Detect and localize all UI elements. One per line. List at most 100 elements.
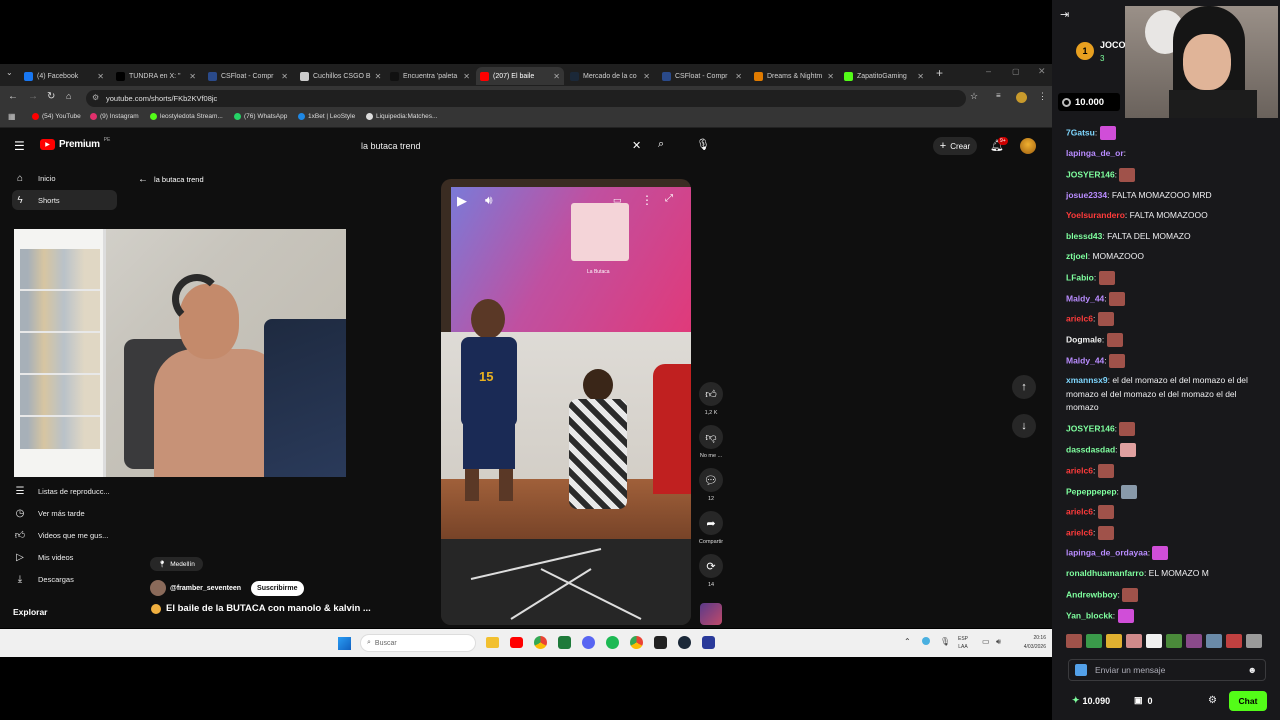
maximize-icon[interactable]: ▢: [1012, 67, 1020, 76]
browser-tab[interactable]: Cuchillos CSGO B ✕: [296, 67, 384, 85]
sidebar-item[interactable]: ⤓ Descargas: [12, 569, 117, 589]
channel-points-pill[interactable]: 10.000: [1058, 93, 1120, 111]
emote-icon[interactable]: [1106, 634, 1122, 648]
discord-icon[interactable]: [582, 636, 595, 649]
input-language[interactable]: ESP LAA: [958, 635, 968, 651]
sidebar-item[interactable]: ☰ Listas de reproducc...: [12, 481, 117, 501]
chat-username[interactable]: Pepeppepep: [1066, 486, 1117, 496]
chat-message-input[interactable]: Enviar un mensaje ☻: [1068, 659, 1266, 681]
whatsapp-icon[interactable]: [558, 636, 571, 649]
volume-icon[interactable]: 🔊︎: [485, 193, 493, 208]
video-title[interactable]: El baile de la BUTACA con manolo & kalvi…: [166, 603, 371, 614]
volume-tray-icon[interactable]: 🔊︎: [996, 637, 1001, 647]
close-tab-icon[interactable]: ✕: [917, 72, 924, 81]
chat-username[interactable]: blessd43: [1066, 231, 1102, 241]
bookmark-item[interactable]: Liquipedia:Matches...: [366, 113, 437, 120]
clock[interactable]: 20:16 4/03/2026: [1010, 634, 1046, 652]
channel-avatar[interactable]: [150, 580, 166, 596]
chat-username[interactable]: Yoelsurandero: [1066, 210, 1125, 220]
subscribe-button[interactable]: Suscribirme: [251, 580, 304, 596]
chat-username[interactable]: xmannsx9: [1066, 375, 1108, 385]
emote-icon[interactable]: [1086, 634, 1102, 648]
chrome-alt-icon[interactable]: [630, 636, 643, 649]
collapse-chat-icon[interactable]: ⇥: [1060, 8, 1069, 21]
play-icon[interactable]: ▶: [457, 193, 467, 209]
close-tab-icon[interactable]: ✕: [97, 72, 104, 81]
close-tab-icon[interactable]: ✕: [463, 72, 470, 81]
network-tray-icon[interactable]: [922, 637, 930, 645]
hamburger-menu-icon[interactable]: ☰: [14, 139, 25, 153]
tray-chevron-icon[interactable]: ⌃: [904, 637, 911, 646]
browser-tab[interactable]: Encuentra 'paleta ✕: [386, 67, 474, 85]
chat-username[interactable]: arielc6: [1066, 313, 1093, 323]
captions-icon[interactable]: ▭: [613, 195, 622, 206]
forward-arrow-icon[interactable]: →: [28, 91, 38, 102]
windows-start-icon[interactable]: [338, 637, 351, 650]
dislike-button[interactable]: 👎︎: [699, 425, 723, 449]
account-avatar[interactable]: [1020, 138, 1036, 154]
extensions-icon[interactable]: ≡: [996, 91, 1001, 100]
close-tab-icon[interactable]: ✕: [553, 72, 560, 81]
chat-username[interactable]: lapinga_de_ordayaa: [1066, 547, 1148, 557]
steam-icon[interactable]: [678, 636, 691, 649]
emote-icon[interactable]: [1226, 634, 1242, 648]
like-button[interactable]: 👍︎: [699, 382, 723, 406]
taskbar-search[interactable]: ⌕ Buscar: [360, 634, 476, 652]
file-explorer-icon[interactable]: [486, 637, 499, 648]
emote-picker-icon[interactable]: ☻: [1248, 665, 1257, 675]
chat-username[interactable]: JOSYER146: [1066, 423, 1115, 433]
chat-badge-icon[interactable]: [1075, 664, 1087, 676]
close-tab-icon[interactable]: ✕: [281, 72, 288, 81]
bookmark-star-icon[interactable]: ☆: [970, 91, 978, 102]
remix-button[interactable]: ⟳: [699, 554, 723, 578]
chat-username[interactable]: Dogmale: [1066, 334, 1102, 344]
share-button[interactable]: ➦: [699, 511, 723, 535]
browser-tab[interactable]: CSFloat - Compr ✕: [658, 67, 746, 85]
back-arrow-icon[interactable]: ←: [8, 91, 18, 102]
chat-username[interactable]: lapinga_de_or: [1066, 148, 1124, 158]
comments-button[interactable]: 💬︎: [699, 468, 723, 492]
search-input[interactable]: la butaca trend: [355, 136, 651, 156]
profile-avatar-icon[interactable]: [1016, 92, 1027, 103]
chat-username[interactable]: JOSYER146: [1066, 169, 1115, 179]
mic-icon[interactable]: 🎙: [696, 138, 710, 151]
browser-tab[interactable]: TUNDRA en X: " ✕: [112, 67, 200, 85]
bookmark-item[interactable]: (76) WhatsApp: [234, 113, 287, 120]
url-input[interactable]: ⚙ youtube.com/shorts/FKb2KVf08jc: [86, 90, 966, 107]
browser-tab[interactable]: CSFloat - Compr ✕: [204, 67, 292, 85]
chat-username[interactable]: dassdasdad: [1066, 444, 1115, 454]
short-video-player[interactable]: La Butaca 15 ▶ 🔊︎ ▭ ⋮ ⤢: [441, 179, 691, 625]
bookmark-item[interactable]: leostyledota Stream...: [150, 113, 223, 120]
sidebar-item[interactable]: ◷ Ver más tarde: [12, 503, 117, 523]
sidebar-item[interactable]: ϟ Shorts: [12, 190, 117, 210]
clear-search-icon[interactable]: ✕: [632, 139, 641, 152]
balance-display[interactable]: ✦ 10.090: [1072, 695, 1110, 706]
chat-username[interactable]: Maldy_44: [1066, 355, 1104, 365]
bookmark-item[interactable]: (9) Instagram: [90, 113, 139, 120]
browser-menu-icon[interactable]: ⋮: [1038, 91, 1047, 102]
mic-tray-icon[interactable]: 🎙︎: [940, 637, 950, 646]
tab-list-chevron-icon[interactable]: ⌄: [6, 68, 13, 77]
sidebar-item[interactable]: ⌂ Inicio: [12, 168, 117, 188]
spotify-icon[interactable]: [606, 636, 619, 649]
chat-settings-icon[interactable]: ⚙: [1208, 695, 1217, 706]
new-tab-button[interactable]: +: [936, 66, 943, 80]
chrome-icon[interactable]: [534, 636, 547, 649]
bits-display[interactable]: ▣ 0: [1134, 695, 1153, 706]
location-chip[interactable]: 📍︎ Medellín: [150, 557, 203, 571]
browser-tab[interactable]: (207) El baile ✕: [476, 67, 564, 85]
chat-username[interactable]: arielc6: [1066, 527, 1093, 537]
back-link[interactable]: ← la butaca trend: [138, 174, 204, 185]
site-info-icon[interactable]: ⚙: [92, 93, 99, 102]
emote-icon[interactable]: [1126, 634, 1142, 648]
chat-username[interactable]: ronaldhuamanfarro: [1066, 568, 1144, 578]
bookmark-item[interactable]: 1xBet | LeoStyle: [298, 113, 355, 120]
sidebar-item[interactable]: ▷ Mis videos: [12, 547, 117, 567]
close-window-icon[interactable]: ✕: [1038, 66, 1046, 77]
close-tab-icon[interactable]: ✕: [827, 72, 834, 81]
wifi-tray-icon[interactable]: ▭: [982, 637, 990, 646]
youtube-app-icon[interactable]: [510, 637, 523, 648]
close-tab-icon[interactable]: ✕: [643, 72, 650, 81]
search-icon[interactable]: ⌕: [658, 138, 664, 151]
chat-username[interactable]: arielc6: [1066, 506, 1093, 516]
